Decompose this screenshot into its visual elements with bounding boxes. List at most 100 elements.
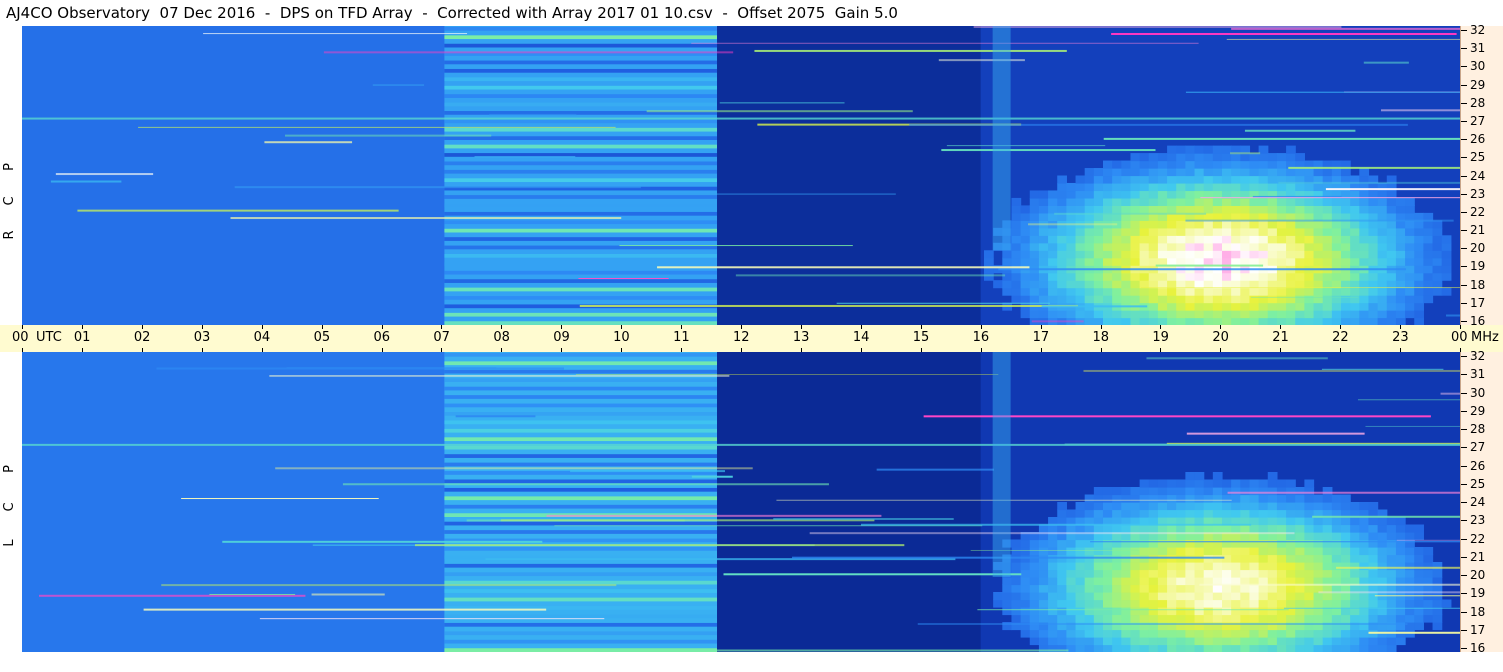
emission-cell (1157, 287, 1168, 296)
emission-cell (1359, 317, 1370, 325)
emission-cell (1286, 235, 1296, 244)
emission-cell (1313, 502, 1324, 511)
emission-cell (1313, 614, 1324, 623)
emission-cell (1167, 584, 1177, 593)
emission-cell (1121, 242, 1132, 251)
emission-cell (1212, 302, 1223, 311)
emission-cell (1286, 637, 1296, 646)
emission-cell (1359, 554, 1370, 563)
emission-cell (1368, 539, 1379, 548)
emission-cell (1038, 242, 1049, 251)
band-stripe (444, 504, 718, 509)
emission-cell (1249, 235, 1260, 244)
emission-cell (1368, 637, 1379, 646)
emission-cell (1405, 599, 1415, 608)
lcp-letter-c: C (2, 502, 17, 512)
emission-cell (1221, 509, 1232, 518)
emission-cell (1038, 310, 1049, 319)
emission-cell (1423, 554, 1434, 563)
emission-cell (1258, 607, 1269, 616)
band-stripe (444, 352, 718, 357)
emission-cell (1066, 569, 1077, 578)
emission-cell (1157, 182, 1168, 192)
emission-cell (1066, 295, 1077, 304)
emission-cell (1020, 242, 1031, 251)
emission-cell (1377, 235, 1388, 244)
emission-cell (1377, 614, 1388, 623)
emission-cell (1048, 295, 1058, 304)
emission-cell (1331, 197, 1342, 206)
emission-cell (1020, 607, 1031, 616)
emission-cell (1130, 272, 1141, 281)
emission-cell (1295, 235, 1305, 244)
band-stripe (444, 445, 718, 450)
emission-cell (1066, 622, 1077, 631)
emission-cell (1240, 280, 1251, 289)
rfi-streak (1185, 91, 1460, 93)
emission-cell (1313, 539, 1324, 548)
emission-cell (1157, 190, 1168, 199)
time-tick-label: 14 (852, 330, 870, 345)
emission-cell (1386, 599, 1397, 608)
freq-tick (1461, 356, 1467, 357)
emission-cell (1084, 637, 1095, 646)
emission-cell (1231, 175, 1241, 184)
emission-cell (1121, 168, 1132, 177)
emission-cell (1231, 494, 1241, 503)
emission-cell (1377, 295, 1388, 304)
emission-cell (1212, 287, 1223, 296)
emission-cell (1102, 295, 1113, 304)
emission-cell (1157, 197, 1168, 206)
time-tick-label: 10 (613, 330, 630, 345)
emission-cell (1313, 629, 1324, 638)
rfi-streak (342, 483, 829, 486)
emission-cell (1066, 280, 1077, 289)
emission-cell (1011, 577, 1022, 586)
emission-cell (1066, 227, 1077, 236)
emission-cell (1011, 607, 1022, 616)
emission-cell (1258, 182, 1269, 192)
rfi-streak (489, 113, 577, 116)
emission-cell (1048, 607, 1058, 616)
emission-cell (1185, 539, 1196, 548)
emission-cell (1066, 614, 1077, 623)
rfi-streak (973, 26, 1342, 28)
emission-cell (1368, 280, 1379, 289)
emission-cell (1331, 622, 1342, 631)
emission-cell (1048, 622, 1058, 631)
emission-cell (1304, 250, 1315, 259)
emission-cell (1112, 584, 1122, 593)
emission-cell (1286, 280, 1296, 289)
emission-cell (1011, 539, 1022, 548)
rfi-streak (1357, 399, 1460, 401)
emission-cell (1313, 235, 1324, 244)
rfi-streak (1054, 212, 1207, 215)
emission-cell (1286, 487, 1296, 496)
emission-cell (1359, 599, 1370, 608)
emission-cell (1340, 629, 1351, 638)
emission-cell (1377, 272, 1388, 281)
freq-tick (1461, 447, 1467, 449)
rfi-streak (1111, 32, 1457, 35)
emission-cell (1185, 272, 1196, 281)
emission-cell (1432, 287, 1443, 296)
emission-cell (1130, 190, 1141, 199)
emission-cell (1267, 168, 1278, 177)
emission-cell (1286, 168, 1296, 177)
emission-cell (1240, 637, 1251, 646)
emission-cell (1331, 569, 1342, 578)
time-tick-label: 07 (433, 330, 450, 345)
emission-cell (1304, 524, 1315, 533)
freq-tick-label: 32 (1470, 23, 1486, 37)
emission-cell (1240, 287, 1251, 296)
emission-cell (1386, 614, 1397, 623)
freq-tick-label: 25 (1470, 476, 1486, 491)
emission-cell (1112, 175, 1122, 184)
time-tick-label: 00 (1451, 330, 1468, 345)
emission-cell (1212, 205, 1223, 214)
emission-cell (1139, 569, 1150, 578)
emission-cell (1267, 257, 1278, 266)
emission-cell (1057, 287, 1067, 296)
freq-tick-label: 18 (1470, 604, 1486, 619)
emission-cell (1130, 607, 1141, 616)
